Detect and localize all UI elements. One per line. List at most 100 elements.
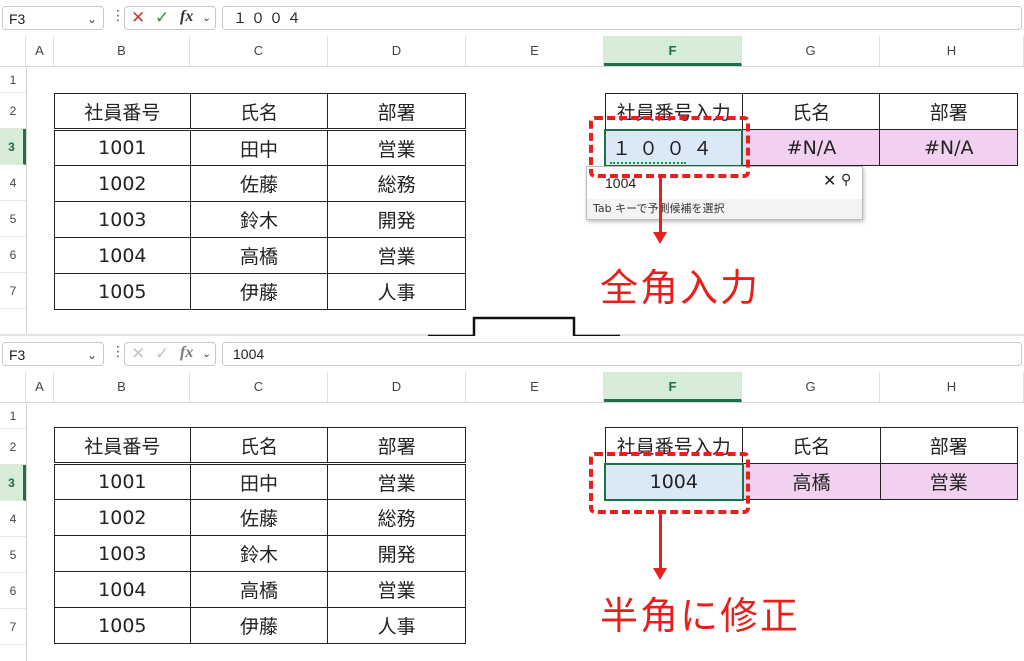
department-result-cell[interactable]: 営業	[879, 463, 1019, 500]
formula-buttons: ✕ ✓ fx ⌄	[124, 342, 216, 366]
row-header[interactable]: 2	[0, 429, 26, 465]
department-result-cell[interactable]: #N/A	[879, 129, 1018, 166]
row-header[interactable]: 7	[0, 609, 26, 645]
close-icon[interactable]: ✕	[823, 171, 836, 190]
formula-input[interactable]: 1004	[222, 342, 1022, 366]
table-row: 1001 田中 営業	[54, 129, 466, 166]
insert-function-icon[interactable]: fx	[180, 8, 193, 26]
cell[interactable]: 高橋	[189, 237, 329, 274]
row-header[interactable]: 5	[0, 537, 26, 573]
column-header[interactable]: G	[742, 36, 880, 66]
cell[interactable]: 人事	[327, 273, 466, 310]
cell[interactable]: 伊藤	[189, 273, 329, 310]
row-header[interactable]: 1	[0, 403, 26, 429]
cell[interactable]: 1001	[54, 463, 191, 500]
chevron-down-icon[interactable]: ⌄	[87, 343, 97, 367]
column-header[interactable]: H	[880, 372, 1024, 402]
cell[interactable]: 総務	[327, 165, 466, 202]
column-header[interactable]: B	[54, 372, 190, 402]
more-options-icon[interactable]: ⋮	[111, 344, 125, 360]
row-header[interactable]: 6	[0, 573, 26, 609]
cell[interactable]: 総務	[327, 499, 466, 536]
cell[interactable]: 1005	[54, 607, 191, 644]
column-header[interactable]: A	[26, 36, 54, 66]
row-header[interactable]: 5	[0, 201, 26, 237]
row-header[interactable]: 7	[0, 273, 26, 309]
table-header-cell[interactable]: 社員番号	[54, 93, 191, 130]
chevron-down-icon[interactable]: ⌄	[87, 7, 97, 31]
cell[interactable]: 1001	[54, 129, 191, 166]
insert-function-icon[interactable]: fx	[180, 344, 193, 362]
cell[interactable]: 田中	[189, 129, 329, 166]
cell[interactable]: 1003	[54, 535, 191, 572]
table-header-cell[interactable]: 氏名	[189, 427, 329, 464]
cell[interactable]: 営業	[327, 463, 466, 500]
name-box[interactable]: F3 ⌄	[2, 342, 104, 366]
table-header-cell[interactable]: 社員番号	[54, 427, 191, 464]
formula-input[interactable]: １００４	[222, 6, 1022, 30]
column-header[interactable]: C	[190, 372, 328, 402]
table-row: 1004 高橋 営業	[54, 571, 466, 608]
cancel-icon[interactable]: ✕	[131, 8, 145, 28]
column-header[interactable]: E	[466, 372, 604, 402]
chevron-down-icon[interactable]: ⌄	[202, 11, 211, 24]
cell[interactable]: 佐藤	[189, 499, 329, 536]
cell[interactable]: 鈴木	[189, 535, 329, 572]
row-header[interactable]: 4	[0, 501, 26, 537]
search-icon[interactable]: ⚲	[841, 172, 851, 188]
enter-check-icon[interactable]: ✓	[155, 8, 169, 28]
column-header[interactable]: C	[190, 36, 328, 66]
cell[interactable]: 開発	[327, 201, 466, 238]
column-header[interactable]: G	[742, 372, 880, 402]
column-header-selected[interactable]: F	[604, 36, 742, 66]
cell[interactable]: 田中	[189, 463, 329, 500]
cell[interactable]: 鈴木	[189, 201, 329, 238]
cell[interactable]: 人事	[327, 607, 466, 644]
row-header[interactable]: 2	[0, 93, 26, 129]
cell[interactable]: 1004	[54, 571, 191, 608]
cell[interactable]: 伊藤	[189, 607, 329, 644]
cell[interactable]: 佐藤	[189, 165, 329, 202]
row-header[interactable]: 4	[0, 165, 26, 201]
table-header-cell[interactable]: 部署	[327, 427, 466, 464]
table-header-cell[interactable]: 氏名	[189, 93, 329, 130]
cell[interactable]: 1002	[54, 165, 191, 202]
lookup-header-cell[interactable]: 氏名	[742, 427, 881, 464]
enter-check-icon[interactable]: ✓	[155, 344, 169, 364]
row-header[interactable]: 6	[0, 237, 26, 273]
name-box-value: F3	[9, 347, 26, 363]
cell[interactable]: 高橋	[189, 571, 329, 608]
cell[interactable]: 1002	[54, 499, 191, 536]
column-header[interactable]: H	[880, 36, 1024, 66]
row-header-selected[interactable]: 3	[0, 465, 26, 501]
more-options-icon[interactable]: ⋮	[111, 8, 125, 24]
cell[interactable]: 1003	[54, 201, 191, 238]
cell[interactable]: 開発	[327, 535, 466, 572]
row-header-selected[interactable]: 3	[0, 129, 26, 165]
name-box[interactable]: F3 ⌄	[2, 6, 104, 30]
chevron-down-icon[interactable]: ⌄	[202, 347, 211, 360]
lookup-header-cell[interactable]: 部署	[879, 427, 1019, 464]
column-header-selected[interactable]: F	[604, 372, 742, 402]
column-header[interactable]: D	[328, 36, 466, 66]
column-header[interactable]: D	[328, 372, 466, 402]
cell[interactable]: 営業	[327, 237, 466, 274]
select-all-corner[interactable]	[0, 36, 26, 66]
column-header[interactable]: B	[54, 36, 190, 66]
name-result-cell[interactable]: 高橋	[742, 463, 881, 500]
column-header[interactable]: A	[26, 372, 54, 402]
name-result-cell[interactable]: #N/A	[741, 129, 881, 166]
row-header[interactable]: 1	[0, 67, 26, 93]
cancel-icon[interactable]: ✕	[131, 344, 145, 364]
lookup-header-cell[interactable]: 氏名	[741, 93, 881, 130]
lookup-header-cell[interactable]: 部署	[879, 93, 1018, 130]
annotation-label: 半角に修正	[600, 594, 801, 638]
cell[interactable]: 1005	[54, 273, 191, 310]
cell[interactable]: 1004	[54, 237, 191, 274]
column-header[interactable]: E	[466, 36, 604, 66]
table-header-cell[interactable]: 部署	[327, 93, 466, 130]
cell[interactable]: 営業	[327, 129, 466, 166]
formula-value: １００４	[233, 10, 305, 26]
cell[interactable]: 営業	[327, 571, 466, 608]
select-all-corner[interactable]	[0, 372, 26, 402]
